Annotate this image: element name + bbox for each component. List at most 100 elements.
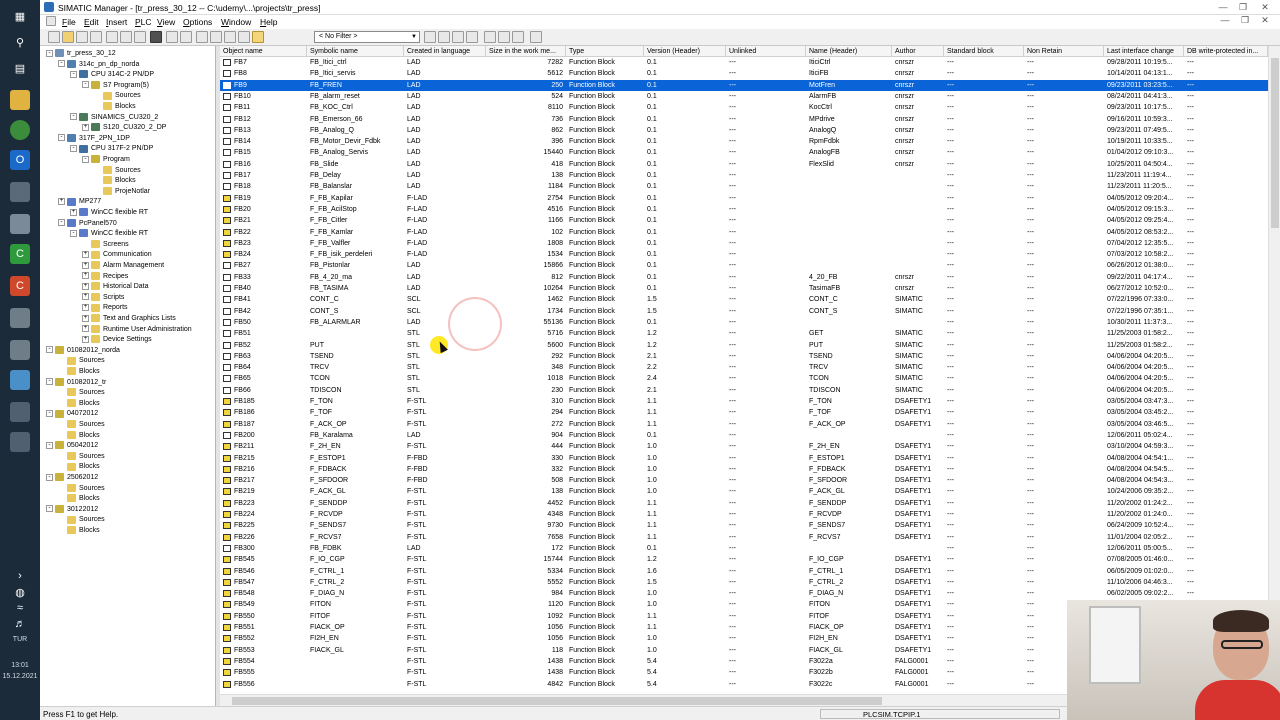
- search-icon[interactable]: ⚲: [10, 32, 30, 52]
- tree-node[interactable]: Blocks: [58, 526, 100, 536]
- table-row[interactable]: FB216 F_FDBACK F-FBD 332 Function Block 1.0 --…: [220, 464, 1268, 475]
- table-row[interactable]: FB20 F_FB_AcilStop F-LAD 4516 Function Block…: [220, 204, 1268, 215]
- table-row[interactable]: FB300 FB_FDBK LAD 172 Function Block 0.1 --- --…: [220, 543, 1268, 554]
- tree-node[interactable]: - SINAMICS_CU320_2: [70, 112, 158, 123]
- table-row[interactable]: FB225 F_SENDS7 F-STL 9730 Function Block 1.1 -…: [220, 520, 1268, 531]
- table-row[interactable]: FB24 F_FB_isik_perdeleri F-LAD 1534 Function…: [220, 249, 1268, 260]
- tree-node[interactable]: Sources: [58, 515, 105, 525]
- new-icon[interactable]: [48, 31, 60, 43]
- table-row[interactable]: FB40 FB_TASIMA LAD 10264 Function Block 0.1 --…: [220, 283, 1268, 294]
- tree-node[interactable]: Blocks: [58, 462, 100, 472]
- table-row[interactable]: FB186 F_TOF F-STL 294 Function Block 1.1 --- F_…: [220, 407, 1268, 418]
- collapse-icon[interactable]: -: [70, 113, 77, 121]
- expand-icon[interactable]: +: [82, 304, 89, 312]
- tree-node[interactable]: - WinCC flexible RT: [70, 229, 148, 239]
- simatic-manager-icon[interactable]: [10, 182, 30, 202]
- app-icon-3[interactable]: [10, 340, 30, 360]
- table-row[interactable]: FB27 FB_Pistonlar LAD 15866 Function Block 0.…: [220, 260, 1268, 271]
- restore-button[interactable]: ❐: [1236, 2, 1250, 13]
- tree-node[interactable]: - 317F_2PN_1DP: [58, 133, 130, 144]
- collapse-icon[interactable]: -: [46, 441, 53, 449]
- clock-time[interactable]: 13:01: [0, 662, 40, 669]
- table-row[interactable]: FB21 F_FB_Citler F-LAD 1166 Function Block 0.…: [220, 215, 1268, 226]
- start-icon[interactable]: ▦: [10, 6, 30, 26]
- column-header[interactable]: Version (Header): [644, 46, 726, 57]
- accessible-nodes-icon[interactable]: [76, 31, 88, 43]
- tree-node[interactable]: Blocks: [58, 494, 100, 504]
- tree-node[interactable]: Screens: [82, 239, 129, 250]
- table-row[interactable]: FB65 TCON STL 1018 Function Block 2.4 --- TCON S…: [220, 373, 1268, 384]
- copy-icon[interactable]: [120, 31, 132, 43]
- camtasia-icon[interactable]: C: [10, 244, 30, 264]
- table-row[interactable]: FB22 F_FB_Kamlar F-LAD 102 Function Block 0.1…: [220, 227, 1268, 238]
- column-header[interactable]: Name (Header): [806, 46, 892, 57]
- collapse-icon[interactable]: -: [46, 505, 53, 513]
- task-view-icon[interactable]: ▤: [10, 58, 30, 78]
- tree-node[interactable]: Blocks: [58, 430, 100, 441]
- menu-file[interactable]: File: [62, 17, 76, 27]
- column-header[interactable]: Non Retain: [1024, 46, 1104, 57]
- column-header[interactable]: DB write-protected in...: [1184, 46, 1268, 57]
- column-header[interactable]: Standard block: [944, 46, 1024, 57]
- tree-node[interactable]: + Communication: [82, 250, 152, 260]
- table-row[interactable]: FB64 TRCV STL 348 Function Block 2.2 --- TRCV SI…: [220, 362, 1268, 373]
- collapse-icon[interactable]: -: [58, 60, 65, 68]
- tree-node[interactable]: - 04072012: [46, 409, 98, 419]
- table-row[interactable]: FB41 CONT_C SCL 1462 Function Block 1.5 --- CON…: [220, 294, 1268, 305]
- tree-node[interactable]: + Device Settings: [82, 335, 152, 345]
- tree-node[interactable]: + Text and Graphics Lists: [82, 314, 176, 324]
- cut-icon[interactable]: [106, 31, 118, 43]
- table-row[interactable]: FB13 FB_Analog_Q LAD 862 Function Block 0.1 --…: [220, 125, 1268, 136]
- tree-node[interactable]: - CPU 317F-2 PN/DP: [70, 144, 153, 154]
- large-icons-icon[interactable]: [196, 31, 208, 43]
- vertical-scrollbar[interactable]: [1268, 46, 1280, 694]
- tree-node[interactable]: - S7 Program(5): [82, 80, 149, 91]
- expand-icon[interactable]: +: [82, 314, 89, 322]
- help-icon[interactable]: [530, 31, 542, 43]
- close-button[interactable]: ✕: [1258, 2, 1272, 13]
- config-network-icon[interactable]: [466, 31, 478, 43]
- expand-icon[interactable]: +: [82, 335, 89, 343]
- collapse-icon[interactable]: -: [70, 70, 77, 78]
- table-row[interactable]: FB545 F_IO_CGP F-STL 15744 Function Block 1.2…: [220, 554, 1268, 565]
- table-row[interactable]: FB51 STL 5716 Function Block 1.2 --- GET SIMATI…: [220, 328, 1268, 339]
- netpro-icon[interactable]: [452, 31, 464, 43]
- tree-node[interactable]: - 314c_pn_dp_norda: [58, 59, 139, 70]
- arrange-icon[interactable]: [512, 31, 524, 43]
- collapse-icon[interactable]: -: [46, 346, 53, 354]
- table-row[interactable]: FB548 F_DIAG_N F-STL 984 Function Block 1.0 --…: [220, 588, 1268, 599]
- table-row[interactable]: FB63 TSEND STL 292 Function Block 2.1 --- TSEND…: [220, 351, 1268, 362]
- menu-insert[interactable]: Insert: [106, 17, 127, 27]
- download-icon[interactable]: [150, 31, 162, 43]
- table-row[interactable]: FB7 FB_Itici_ctrl LAD 7282 Function Block 0.1…: [220, 57, 1268, 68]
- table-row[interactable]: FB224 F_RCVDP F-STL 4348 Function Block 1.1 --…: [220, 509, 1268, 520]
- clock-date[interactable]: 15.12.2021: [0, 673, 40, 680]
- collapse-icon[interactable]: -: [82, 155, 89, 163]
- column-header[interactable]: Unlinked: [726, 46, 806, 57]
- table-row[interactable]: FB219 F_ACK_GL F-STL 138 Function Block 1.0 --…: [220, 486, 1268, 497]
- tree-node[interactable]: Sources: [58, 388, 105, 398]
- mdi-child-icon[interactable]: [46, 16, 56, 26]
- outlook-icon[interactable]: O: [10, 150, 30, 170]
- column-header[interactable]: Size in the work me...: [486, 46, 566, 57]
- tree-node[interactable]: + Recipes: [82, 271, 128, 282]
- table-row[interactable]: FB18 FB_Balanslar LAD 1184 Function Block 0.1…: [220, 181, 1268, 192]
- speaker-icon[interactable]: ♬: [10, 614, 30, 634]
- minimize-button[interactable]: —: [1216, 2, 1230, 13]
- table-row[interactable]: FB17 FB_Delay LAD 138 Function Block 0.1 --- --…: [220, 170, 1268, 181]
- up-one-level-icon[interactable]: [252, 31, 264, 43]
- tree-node[interactable]: + Historical Data: [82, 282, 149, 292]
- collapse-icon[interactable]: -: [70, 145, 77, 153]
- child-minimize-button[interactable]: —: [1218, 15, 1232, 26]
- tree-node[interactable]: - 25062012: [46, 473, 98, 483]
- tree-node[interactable]: - tr_press_30_12: [46, 49, 116, 59]
- file-explorer-icon[interactable]: [10, 90, 30, 110]
- table-row[interactable]: FB9 FB_FREN LAD 250 Function Block 0.1 --- MotF…: [220, 79, 1268, 91]
- collapse-icon[interactable]: -: [46, 473, 53, 481]
- list-icon[interactable]: [224, 31, 236, 43]
- table-row[interactable]: FB187 F_ACK_OP F-STL 272 Function Block 1.1 --…: [220, 419, 1268, 430]
- table-row[interactable]: FB217 F_SFDOOR F-FBD 508 Function Block 1.0 --…: [220, 475, 1268, 486]
- table-row[interactable]: FB66 TDISCON STL 230 Function Block 2.1 --- TDI…: [220, 385, 1268, 396]
- online-icon[interactable]: [166, 31, 178, 43]
- table-row[interactable]: FB33 FB_4_20_ma LAD 812 Function Block 0.1 ---…: [220, 272, 1268, 283]
